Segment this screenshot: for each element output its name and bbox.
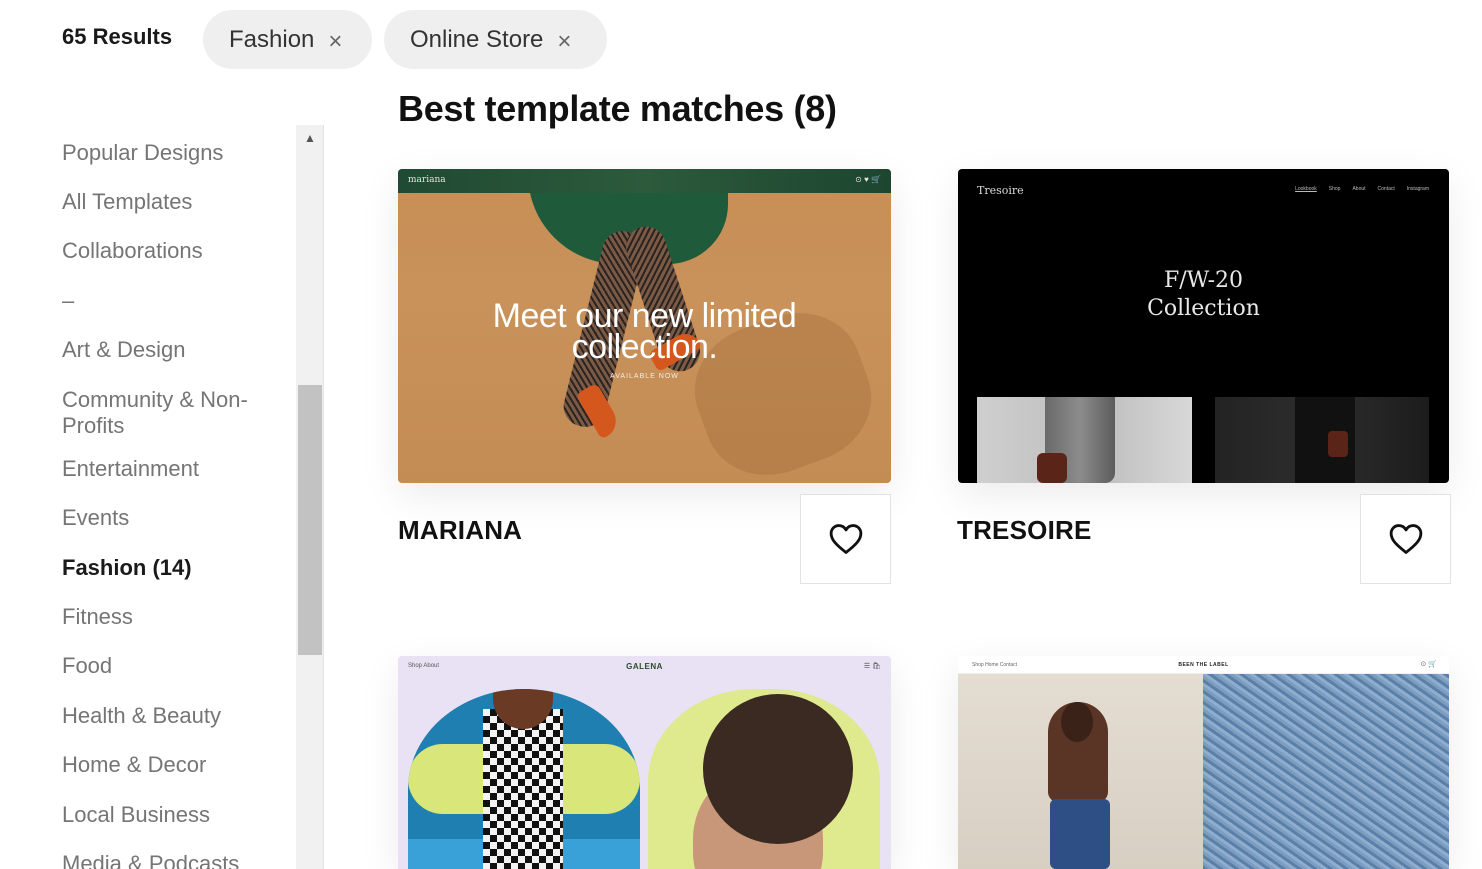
close-icon[interactable]: × <box>557 29 571 54</box>
preview-photo <box>977 397 1192 483</box>
template-preview-mariana[interactable]: mariana ⊙ ♥ 🛒 Meet our new limited colle… <box>398 169 891 483</box>
preview-brand: BEEN THE LABEL <box>1178 662 1229 668</box>
chip-label: Online Store <box>410 25 544 53</box>
sidebar-item-collaborations[interactable]: Collaborations <box>62 238 282 264</box>
preview-nav: Lookbook Shop About Contact Instagram <box>1295 186 1429 192</box>
preview-nav-icons: ⊙ 🛒 <box>1420 661 1437 668</box>
preview-nav-icons: ⊙ ♥ 🛒 <box>855 175 881 184</box>
results-count: 65 Results <box>62 24 173 49</box>
preview-headline: Meet our new limited collection. <box>398 299 891 366</box>
preview-nav-item: Lookbook <box>1295 186 1317 192</box>
chip-label: Fashion <box>229 25 315 53</box>
preview-brand: mariana <box>408 175 446 185</box>
preview-nav-item: About <box>1352 186 1366 192</box>
denim-photo <box>1203 674 1449 869</box>
sidebar-item-fitness[interactable]: Fitness <box>62 604 282 630</box>
scrollbar-thumb[interactable] <box>298 385 322 655</box>
template-title-tresoire[interactable]: TRESOIRE <box>957 515 1092 546</box>
sidebar-scrollbar[interactable]: ▲ <box>296 125 324 869</box>
hair-shape <box>703 694 853 844</box>
checkered-outfit-shape <box>483 709 563 869</box>
filter-chip-online-store[interactable]: Online Store × <box>384 10 607 69</box>
preview-nav-icons: ☰ 🛍 <box>863 663 881 670</box>
preview-header <box>398 169 891 193</box>
favorite-button-tresoire[interactable] <box>1360 494 1451 584</box>
template-preview-tresoire[interactable]: Tresoire Lookbook Shop About Contact Ins… <box>958 169 1449 483</box>
preview-subtext: AVAILABLE NOW <box>610 373 679 380</box>
preview-nav-item: Contact <box>1377 186 1395 192</box>
favorite-button-mariana[interactable] <box>800 494 891 584</box>
page-title: Best template matches (8) <box>398 88 837 129</box>
sidebar-item-health-beauty[interactable]: Health & Beauty <box>62 703 282 729</box>
category-sidebar: Popular Designs All Templates Collaborat… <box>0 125 296 869</box>
preview-nav-item: Shop <box>1328 186 1341 192</box>
bag-shape <box>1037 453 1067 483</box>
sidebar-item-food[interactable]: Food <box>62 653 282 679</box>
filter-chip-fashion[interactable]: Fashion × <box>203 10 372 69</box>
preview-headline-line: Collection <box>1147 296 1260 321</box>
head-shape <box>1061 702 1093 742</box>
jeans-shape <box>1050 799 1110 869</box>
bag-shape <box>1328 431 1348 457</box>
scroll-up-arrow-icon[interactable]: ▲ <box>296 125 324 151</box>
sidebar-item-events[interactable]: Events <box>62 505 282 531</box>
sidebar-item-fashion[interactable]: Fashion (14) <box>62 555 282 581</box>
template-preview-been-the-label[interactable]: Shop Home Contact BEEN THE LABEL ⊙ 🛒 <box>958 656 1449 869</box>
preview-nav-item: Instagram <box>1406 186 1429 192</box>
heart-icon <box>829 524 862 554</box>
preview-photo <box>958 674 1203 869</box>
sidebar-item-art-design[interactable]: Art & Design <box>62 337 282 363</box>
sidebar-item-local-business[interactable]: Local Business <box>62 802 282 828</box>
close-icon[interactable]: × <box>328 29 342 54</box>
sidebar-item-popular-designs[interactable]: Popular Designs <box>62 140 282 166</box>
preview-headline-line: F/W-20 <box>1163 268 1244 293</box>
preview-headline-line: collection. <box>571 328 718 366</box>
sidebar-item-all-templates[interactable]: All Templates <box>62 189 282 215</box>
preview-brand: GALENA <box>626 662 663 671</box>
sidebar-item-home-decor[interactable]: Home & Decor <box>62 752 282 778</box>
preview-photo <box>648 689 880 869</box>
preview-brand: Tresoire <box>977 184 1024 197</box>
preview-photo <box>408 689 640 869</box>
template-title-mariana[interactable]: MARIANA <box>398 515 522 546</box>
heart-icon <box>1389 524 1422 554</box>
preview-photo <box>1215 397 1429 483</box>
template-preview-galena[interactable]: Shop About GALENA ☰ 🛍 <box>398 656 891 869</box>
sidebar-divider: – <box>62 288 75 313</box>
sidebar-item-entertainment[interactable]: Entertainment <box>62 456 282 482</box>
sidebar-item-community-non-profits[interactable]: Community & Non-Profits <box>62 387 282 439</box>
sidebar-item-media-podcasts[interactable]: Media & Podcasts <box>62 851 282 869</box>
preview-headline: F/W-20 Collection <box>958 267 1449 323</box>
